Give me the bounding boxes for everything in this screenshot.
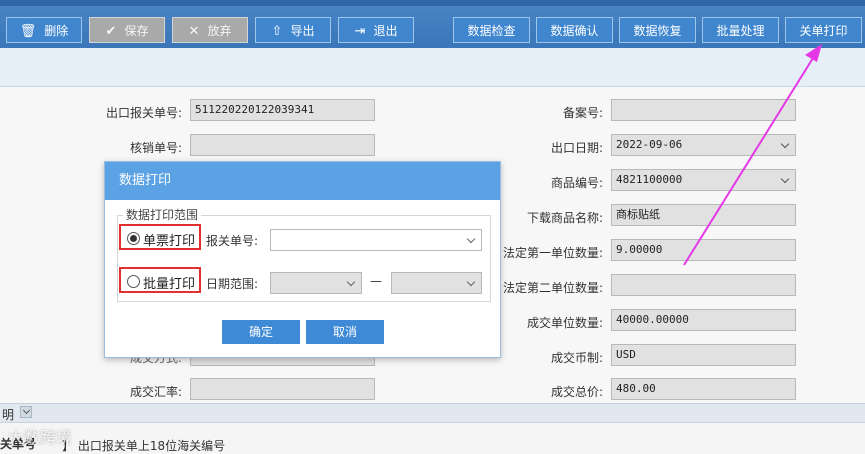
annotation-arrow [683, 44, 822, 266]
arrow-head [805, 44, 822, 62]
arrow-line [683, 49, 819, 266]
